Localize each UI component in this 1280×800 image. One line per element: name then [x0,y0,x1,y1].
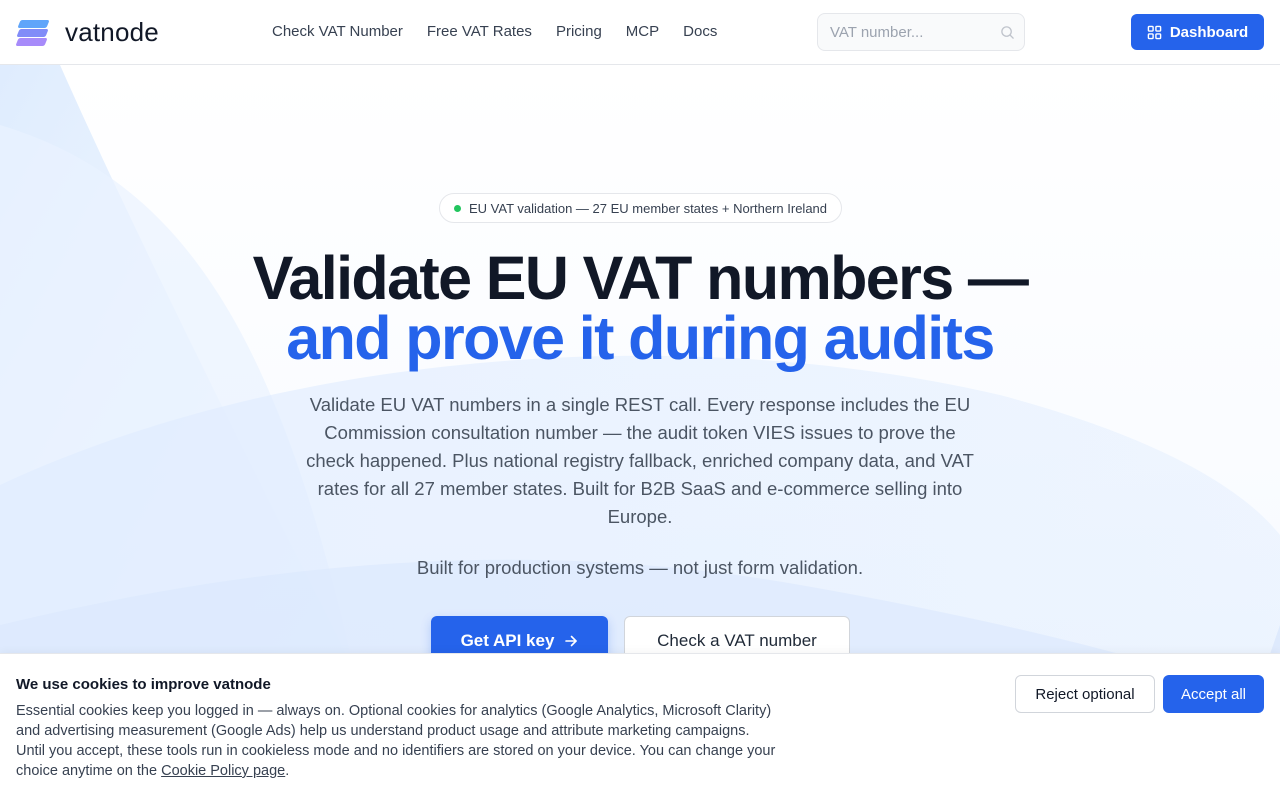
search-icon[interactable] [1000,25,1015,40]
hero-badge: EU VAT validation — 27 EU member states … [439,193,842,223]
cookie-title: We use cookies to improve vatnode [16,676,271,693]
cookie-text: Essential cookies keep you logged in — a… [16,701,781,781]
vat-search-input[interactable] [830,14,1000,50]
hero-lead: Validate EU VAT numbers in a single REST… [306,394,974,527]
nav-item-mcp[interactable]: MCP [626,22,659,42]
arrow-right-icon [565,635,578,647]
cookie-body: Essential cookies keep you logged in — a… [16,703,776,779]
brand-name: vatnode [65,16,159,47]
nav-item-docs[interactable]: Docs [683,22,717,42]
accept-all-button[interactable]: Accept all [1163,675,1264,713]
reject-optional-button[interactable]: Reject optional [1015,675,1155,713]
dashboard-button[interactable]: Dashboard [1131,14,1264,50]
hero-title-line1: Validate EU VAT numbers — [252,244,1029,312]
vat-search [817,13,1025,51]
cookie-policy-link[interactable]: Cookie Policy page [161,763,285,779]
logo-icon [15,17,50,47]
nav-item-pricing[interactable]: Pricing [556,22,602,42]
check-vat-number-label: Check a VAT number [657,631,817,650]
site-header: vatnode Check VAT Number Free VAT Rates … [0,0,1280,65]
dashboard-label: Dashboard [1169,23,1249,41]
logo[interactable]: vatnode [15,14,159,50]
nav-item-check-vat[interactable]: Check VAT Number [272,22,403,42]
grid-icon [1147,25,1162,39]
cookie-text-end: . [285,763,290,779]
status-dot-icon [453,204,461,212]
get-api-key-label: Get API key [460,631,555,650]
cookie-banner: We use cookies to improve vatnode Essent… [0,653,1280,800]
main-nav: Check VAT Number Free VAT Rates Pricing … [272,22,717,42]
hero-badge-text: EU VAT validation — 27 EU member states … [468,200,828,216]
hero-subline: Built for production systems — not just … [416,557,864,578]
nav-item-free-vat-rates[interactable]: Free VAT Rates [427,22,532,42]
hero-title-line2: and prove it during audits [286,304,995,372]
